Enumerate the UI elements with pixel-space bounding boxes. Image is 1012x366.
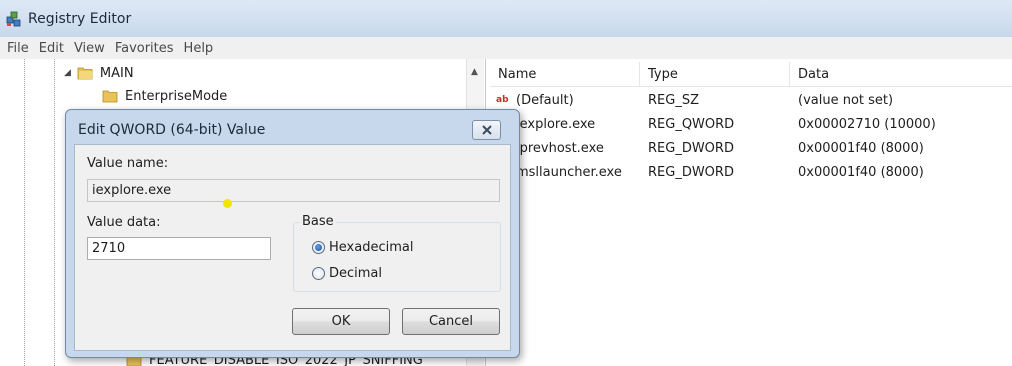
menu-help[interactable]: Help [179,41,219,56]
list-header: Name Type Data [490,62,1012,87]
radio-label: Decimal [329,266,383,281]
dialog-body: Value name: Value data: Base Hexadecimal… [74,144,511,351]
menu-edit[interactable]: Edit [34,41,69,56]
value-type: REG_DWORD [648,140,734,156]
list-row[interactable]: ab (Default) REG_SZ (value not set) [490,88,1012,112]
value-type: REG_QWORD [648,116,735,132]
dialog-close-button[interactable] [472,120,501,140]
radio-hexadecimal[interactable]: Hexadecimal [312,240,413,255]
value-data-input[interactable] [87,237,271,260]
close-icon [481,125,492,135]
value-data-label: Value data: [87,215,161,230]
column-header-data[interactable]: Data [790,62,1012,87]
base-groupbox: Base Hexadecimal Decimal [293,214,501,292]
list-row[interactable]: msllauncher.exe REG_DWORD 0x00001f40 (80… [490,160,1012,184]
radio-label: Hexadecimal [329,240,414,255]
edit-qword-dialog: Edit QWORD (64-bit) Value Value name: Va… [65,109,520,358]
value-type: REG_SZ [648,92,699,108]
column-header-name[interactable]: Name [490,62,640,87]
value-data: (value not set) [798,92,894,108]
radio-unchecked-icon[interactable] [312,267,325,280]
list-row[interactable]: iprevhost.exe REG_DWORD 0x00001f40 (8000… [490,136,1012,160]
string-value-icon: ab [496,95,509,105]
tree-item-main[interactable]: ◢ MAIN [64,62,134,84]
cancel-button[interactable]: Cancel [402,308,500,335]
value-data: 0x00001f40 (8000) [798,164,924,180]
value-name-field[interactable] [87,179,500,202]
menu-view[interactable]: View [69,41,110,56]
tree-item-label: MAIN [99,65,134,81]
tree-item-enterprisemode[interactable]: EnterpriseMode [102,85,227,107]
radio-checked-icon[interactable] [312,241,325,254]
value-data: 0x00001f40 (8000) [798,140,924,156]
value-name: iprevhost.exe [516,140,604,156]
menu-file[interactable]: File [2,41,34,56]
menu-bar: File Edit View Favorites Help [0,37,1012,59]
tree-guide-line [54,59,55,366]
value-type: REG_DWORD [648,164,734,180]
value-name: iexplore.exe [516,116,596,132]
value-data: 0x00002710 (10000) [798,116,936,132]
folder-icon [102,90,118,103]
value-name: msllauncher.exe [516,164,622,180]
scroll-up-arrow-icon[interactable]: ▲ [471,67,478,77]
radio-decimal[interactable]: Decimal [312,266,382,281]
column-header-type[interactable]: Type [640,62,790,87]
list-row[interactable]: iexplore.exe REG_QWORD 0x00002710 (10000… [490,112,1012,136]
value-name-label: Value name: [87,156,169,171]
registry-editor-icon [6,11,21,26]
menu-favorites[interactable]: Favorites [110,41,179,56]
values-list[interactable]: Name Type Data ab (Default) REG_SZ (valu… [490,59,1012,366]
value-name: (Default) [516,92,574,108]
folder-open-icon [77,67,93,80]
tree-item-label: EnterpriseMode [125,88,228,104]
tree-guide-line [24,59,25,366]
cursor-highlight [223,199,232,208]
title-bar: Registry Editor [0,0,1012,37]
base-label: Base [300,214,336,229]
ok-button[interactable]: OK [292,308,390,335]
dialog-title: Edit QWORD (64-bit) Value [78,122,266,138]
expanded-arrow-icon[interactable]: ◢ [64,68,71,78]
window-title: Registry Editor [28,10,132,27]
